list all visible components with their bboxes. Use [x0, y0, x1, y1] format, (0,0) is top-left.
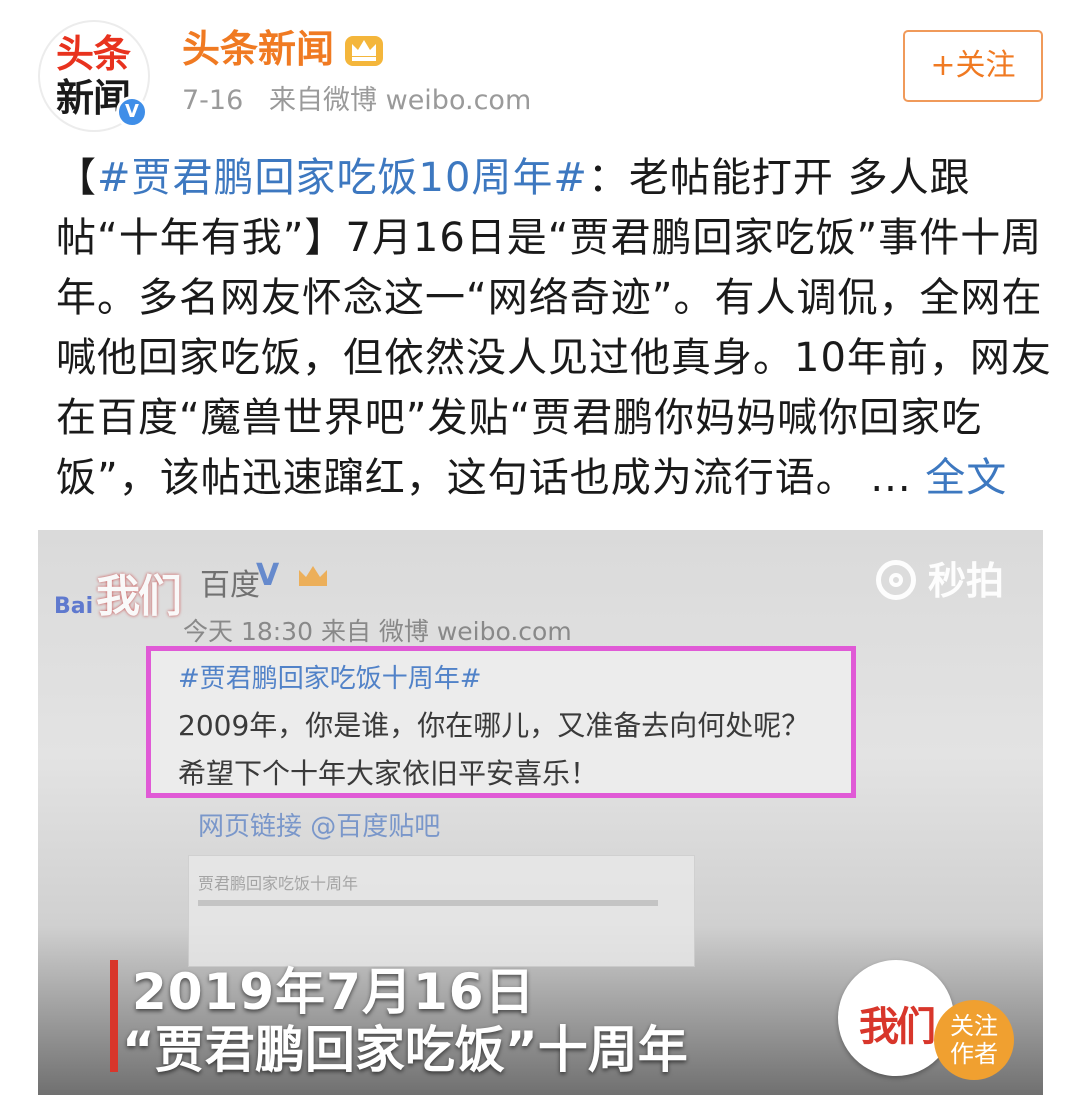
follow-author-button[interactable]: 关注 作者: [934, 1000, 1014, 1080]
follow-button[interactable]: +关注: [903, 30, 1043, 102]
video-caption-line2: “贾君鹏回家吃饭”十周年: [122, 1021, 688, 1079]
camera-icon: [876, 560, 916, 600]
baidu-logo: Bai: [54, 594, 94, 619]
crown-icon: [345, 36, 383, 66]
miaopai-watermark: 秒拍: [876, 556, 1004, 606]
post-text-line: 喊他回家吃饭，但依然没人见过他真身。10年前，网友: [56, 335, 1052, 381]
post-source: 来自微博 weibo.com: [269, 85, 532, 116]
video-player[interactable]: Bai 我们 百度 V 今天 18:30 来自 微博 weibo.com 秒拍 …: [38, 530, 1043, 1095]
post-date: 7-16: [182, 85, 244, 116]
post-text-line: 【#贾君鹏回家吃饭10周年#：老帖能打开 多人跟: [56, 148, 1046, 208]
inner-card-title: 贾君鹏回家吃饭十周年: [198, 874, 359, 893]
post-text-line: 年。多名网友怀念这一“网络奇迹”。有人调侃，全网在: [56, 275, 1043, 321]
post-text: 【#贾君鹏回家吃饭10周年#：老帖能打开 多人跟 帖“十年有我”】7月16日是“…: [56, 148, 1052, 508]
inner-account-name: 百度: [200, 568, 260, 603]
women-logo-watermark: 我们: [96, 571, 182, 622]
inner-text-line: 2009年，你是谁，你在哪儿，又准备去向何处呢？: [178, 709, 810, 742]
author-logo: 我们: [859, 1004, 936, 1050]
watermark-text: 秒拍: [928, 559, 1005, 603]
hashtag-link[interactable]: #贾君鹏回家吃饭10周年#: [97, 155, 588, 201]
inner-text-line: 希望下个十年大家依旧平安喜乐！: [178, 757, 599, 790]
inner-post-time: 今天 18:30 来自 微博 weibo.com: [183, 617, 572, 646]
caption-accent-bar: [110, 960, 118, 1072]
post-text-line: 帖“十年有我”】7月16日是“贾君鹏回家吃饭”事件十周: [56, 215, 1043, 261]
post-meta: 7-16 来自微博 weibo.com: [182, 82, 531, 120]
verified-badge-icon: V: [116, 96, 148, 128]
text-segment: ：老帖能打开 多人跟: [587, 155, 971, 201]
text-segment: 饭”，该帖迅速蹿红，这句话也成为流行语。 ...: [56, 455, 926, 501]
text-segment: 【: [56, 155, 97, 201]
follow-author-label-2: 作者: [950, 1040, 998, 1068]
inner-verified-icon: V: [256, 558, 280, 593]
inner-hashtag: #贾君鹏回家吃饭十周年#: [178, 664, 482, 694]
inner-crown-icon: [299, 566, 327, 586]
account-name[interactable]: 头条新闻: [182, 22, 334, 76]
inner-web-link: 网页链接 @百度贴吧: [198, 812, 441, 842]
post-text-line: 在百度“魔兽世界吧”发贴“贾君鹏你妈妈喊你回家吃: [56, 395, 983, 441]
avatar-logo-line1: 头条: [55, 32, 131, 76]
post-text-line: 饭”，该帖迅速蹿红，这句话也成为流行语。 ... 全文: [56, 448, 1046, 508]
inner-card-placeholder: [198, 900, 658, 906]
expand-full-text-link[interactable]: 全文: [925, 455, 1007, 501]
follow-author-label-1: 关注: [950, 1012, 998, 1040]
